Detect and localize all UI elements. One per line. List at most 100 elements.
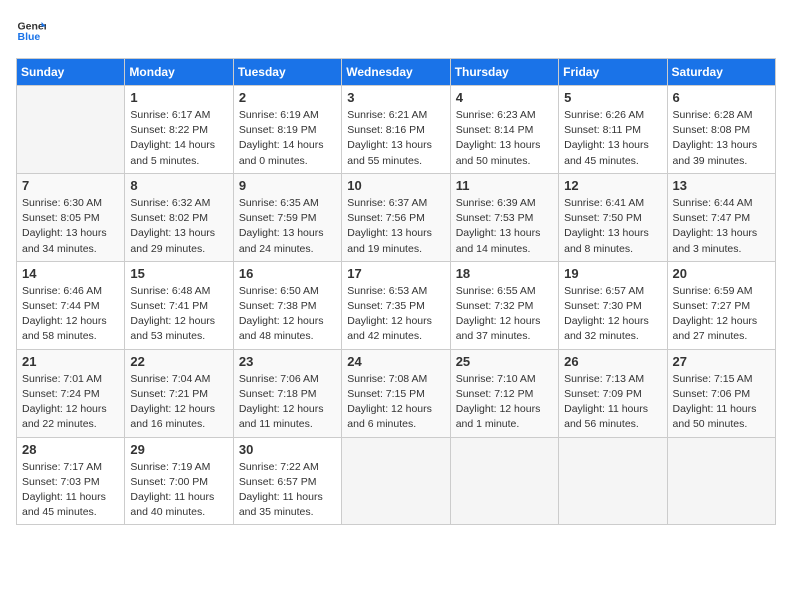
calendar-cell: 11Sunrise: 6:39 AMSunset: 7:53 PMDayligh…	[450, 173, 558, 261]
day-info: Sunrise: 6:26 AMSunset: 8:11 PMDaylight:…	[564, 108, 661, 169]
day-info: Sunrise: 6:19 AMSunset: 8:19 PMDaylight:…	[239, 108, 336, 169]
calendar-cell: 30 Sunrise: 7:22 AMSunset: 6:57 PMDayligh…	[233, 437, 341, 525]
day-number: 4	[456, 90, 553, 105]
day-number: 13	[673, 178, 770, 193]
calendar-cell: 23 Sunrise: 7:06 AMSunset: 7:18 PMDayligh…	[233, 349, 341, 437]
calendar-cell: 5 Sunrise: 6:26 AMSunset: 8:11 PMDaylight…	[559, 86, 667, 174]
calendar-cell: 14 Sunrise: 6:46 AMSunset: 7:44 PMDayligh…	[17, 261, 125, 349]
calendar-week-5: 28 Sunrise: 7:17 AMSunset: 7:03 PMDayligh…	[17, 437, 776, 525]
day-info: Sunrise: 6:23 AMSunset: 8:14 PMDaylight:…	[456, 108, 553, 169]
col-header-friday: Friday	[559, 59, 667, 86]
calendar-cell: 4 Sunrise: 6:23 AMSunset: 8:14 PMDaylight…	[450, 86, 558, 174]
day-info: Sunrise: 7:06 AMSunset: 7:18 PMDaylight:…	[239, 372, 336, 433]
day-number: 27	[673, 354, 770, 369]
day-info: Sunrise: 6:21 AMSunset: 8:16 PMDaylight:…	[347, 108, 444, 169]
calendar-body: 1 Sunrise: 6:17 AMSunset: 8:22 PMDaylight…	[17, 86, 776, 525]
calendar-cell: 20Sunrise: 6:59 AMSunset: 7:27 PMDayligh…	[667, 261, 775, 349]
calendar-week-4: 21 Sunrise: 7:01 AMSunset: 7:24 PMDayligh…	[17, 349, 776, 437]
day-info: Sunrise: 6:55 AMSunset: 7:32 PMDaylight:…	[456, 284, 553, 345]
day-info: Sunrise: 6:46 AMSunset: 7:44 PMDaylight:…	[22, 284, 119, 345]
calendar-cell	[667, 437, 775, 525]
day-info: Sunrise: 7:08 AMSunset: 7:15 PMDaylight:…	[347, 372, 444, 433]
day-info: Sunrise: 7:04 AMSunset: 7:21 PMDaylight:…	[130, 372, 227, 433]
logo-icon: General Blue	[16, 16, 46, 46]
col-header-saturday: Saturday	[667, 59, 775, 86]
calendar-cell: 15Sunrise: 6:48 AMSunset: 7:41 PMDayligh…	[125, 261, 233, 349]
calendar-cell: 18 Sunrise: 6:55 AMSunset: 7:32 PMDayligh…	[450, 261, 558, 349]
day-info: Sunrise: 6:53 AMSunset: 7:35 PMDaylight:…	[347, 284, 444, 345]
day-info: Sunrise: 6:32 AMSunset: 8:02 PMDaylight:…	[130, 196, 227, 257]
calendar-cell: 28 Sunrise: 7:17 AMSunset: 7:03 PMDayligh…	[17, 437, 125, 525]
logo: General Blue	[16, 16, 50, 46]
calendar-cell: 12 Sunrise: 6:41 AMSunset: 7:50 PMDayligh…	[559, 173, 667, 261]
day-number: 3	[347, 90, 444, 105]
calendar-cell: 22 Sunrise: 7:04 AMSunset: 7:21 PMDayligh…	[125, 349, 233, 437]
day-number: 8	[130, 178, 227, 193]
day-info: Sunrise: 7:10 AMSunset: 7:12 PMDaylight:…	[456, 372, 553, 433]
calendar-cell: 6Sunrise: 6:28 AMSunset: 8:08 PMDaylight…	[667, 86, 775, 174]
day-number: 17	[347, 266, 444, 281]
calendar-cell: 26 Sunrise: 7:13 AMSunset: 7:09 PMDayligh…	[559, 349, 667, 437]
calendar-cell	[17, 86, 125, 174]
day-number: 24	[347, 354, 444, 369]
day-number: 6	[673, 90, 770, 105]
day-number: 1	[130, 90, 227, 105]
svg-text:Blue: Blue	[18, 31, 41, 43]
day-info: Sunrise: 7:13 AMSunset: 7:09 PMDaylight:…	[564, 372, 661, 433]
col-header-monday: Monday	[125, 59, 233, 86]
calendar-cell: 9 Sunrise: 6:35 AMSunset: 7:59 PMDaylight…	[233, 173, 341, 261]
calendar-week-2: 7 Sunrise: 6:30 AMSunset: 8:05 PMDaylight…	[17, 173, 776, 261]
day-number: 19	[564, 266, 661, 281]
calendar-cell	[559, 437, 667, 525]
day-number: 10	[347, 178, 444, 193]
calendar-cell: 24 Sunrise: 7:08 AMSunset: 7:15 PMDayligh…	[342, 349, 450, 437]
day-number: 22	[130, 354, 227, 369]
col-header-wednesday: Wednesday	[342, 59, 450, 86]
day-info: Sunrise: 6:57 AMSunset: 7:30 PMDaylight:…	[564, 284, 661, 345]
calendar-cell	[342, 437, 450, 525]
calendar-cell: 29Sunrise: 7:19 AMSunset: 7:00 PMDayligh…	[125, 437, 233, 525]
day-number: 21	[22, 354, 119, 369]
day-info: Sunrise: 6:30 AMSunset: 8:05 PMDaylight:…	[22, 196, 119, 257]
calendar-cell: 10 Sunrise: 6:37 AMSunset: 7:56 PMDayligh…	[342, 173, 450, 261]
day-number: 2	[239, 90, 336, 105]
day-number: 15	[130, 266, 227, 281]
day-info: Sunrise: 6:35 AMSunset: 7:59 PMDaylight:…	[239, 196, 336, 257]
calendar-cell: 21 Sunrise: 7:01 AMSunset: 7:24 PMDayligh…	[17, 349, 125, 437]
calendar-cell: 27Sunrise: 7:15 AMSunset: 7:06 PMDayligh…	[667, 349, 775, 437]
calendar-cell: 3 Sunrise: 6:21 AMSunset: 8:16 PMDaylight…	[342, 86, 450, 174]
day-number: 18	[456, 266, 553, 281]
calendar-cell: 13 Sunrise: 6:44 AMSunset: 7:47 PMDayligh…	[667, 173, 775, 261]
day-info: Sunrise: 6:44 AMSunset: 7:47 PMDaylight:…	[673, 196, 770, 257]
day-number: 9	[239, 178, 336, 193]
day-info: Sunrise: 6:37 AMSunset: 7:56 PMDaylight:…	[347, 196, 444, 257]
day-info: Sunrise: 7:19 AMSunset: 7:00 PMDaylight:…	[130, 460, 227, 521]
calendar-cell	[450, 437, 558, 525]
day-number: 5	[564, 90, 661, 105]
day-number: 26	[564, 354, 661, 369]
day-number: 12	[564, 178, 661, 193]
day-info: Sunrise: 7:01 AMSunset: 7:24 PMDaylight:…	[22, 372, 119, 433]
day-number: 14	[22, 266, 119, 281]
day-info: Sunrise: 6:41 AMSunset: 7:50 PMDaylight:…	[564, 196, 661, 257]
calendar-cell: 16Sunrise: 6:50 AMSunset: 7:38 PMDayligh…	[233, 261, 341, 349]
calendar-cell: 25 Sunrise: 7:10 AMSunset: 7:12 PMDayligh…	[450, 349, 558, 437]
calendar-week-3: 14 Sunrise: 6:46 AMSunset: 7:44 PMDayligh…	[17, 261, 776, 349]
day-number: 25	[456, 354, 553, 369]
calendar-cell: 17 Sunrise: 6:53 AMSunset: 7:35 PMDayligh…	[342, 261, 450, 349]
calendar-cell: 1 Sunrise: 6:17 AMSunset: 8:22 PMDaylight…	[125, 86, 233, 174]
col-header-thursday: Thursday	[450, 59, 558, 86]
day-number: 7	[22, 178, 119, 193]
day-number: 23	[239, 354, 336, 369]
day-number: 28	[22, 442, 119, 457]
day-info: Sunrise: 6:59 AMSunset: 7:27 PMDaylight:…	[673, 284, 770, 345]
day-number: 30	[239, 442, 336, 457]
calendar-cell: 2 Sunrise: 6:19 AMSunset: 8:19 PMDaylight…	[233, 86, 341, 174]
col-header-sunday: Sunday	[17, 59, 125, 86]
day-info: Sunrise: 7:22 AMSunset: 6:57 PMDaylight:…	[239, 460, 336, 521]
day-info: Sunrise: 7:17 AMSunset: 7:03 PMDaylight:…	[22, 460, 119, 521]
calendar-cell: 8 Sunrise: 6:32 AMSunset: 8:02 PMDaylight…	[125, 173, 233, 261]
day-info: Sunrise: 6:17 AMSunset: 8:22 PMDaylight:…	[130, 108, 227, 169]
calendar-week-1: 1 Sunrise: 6:17 AMSunset: 8:22 PMDaylight…	[17, 86, 776, 174]
day-info: Sunrise: 6:50 AMSunset: 7:38 PMDaylight:…	[239, 284, 336, 345]
